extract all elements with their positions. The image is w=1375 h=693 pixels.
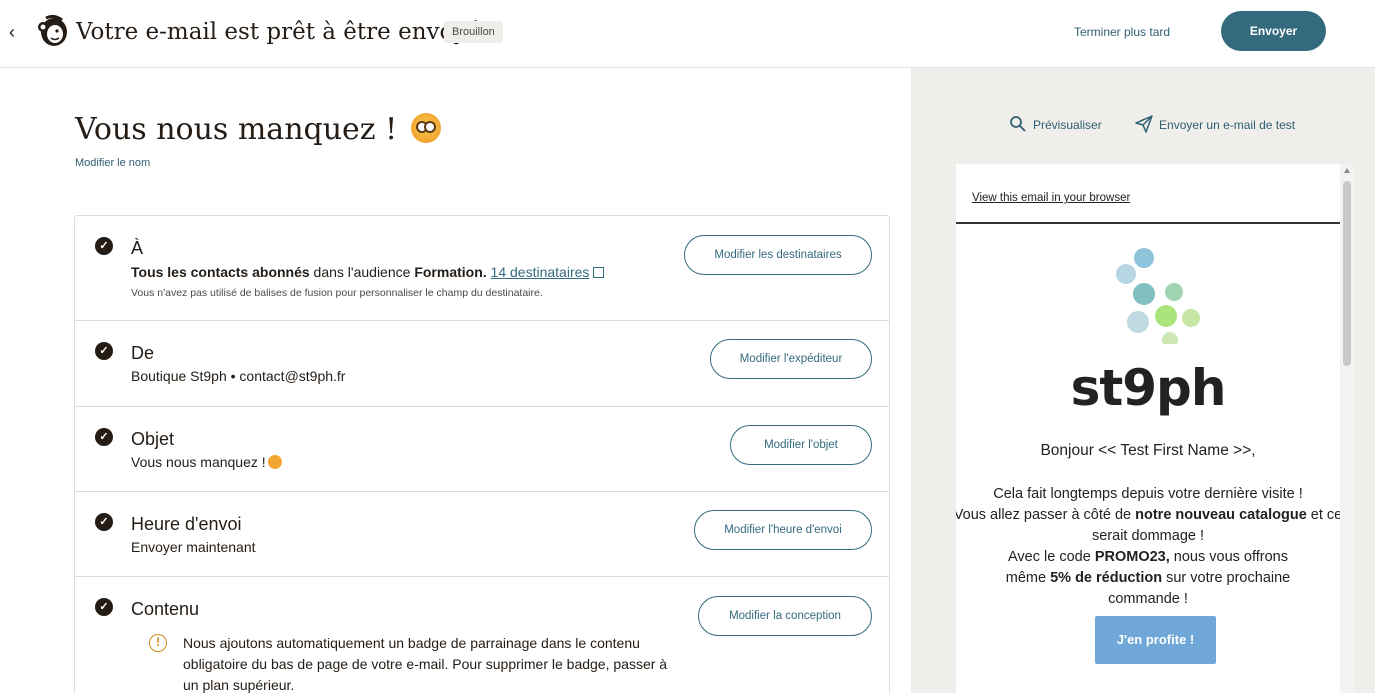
send-test-email-button[interactable]: Envoyer un e-mail de test xyxy=(1135,115,1295,134)
campaign-name-heading: Vous nous manquez ! xyxy=(75,110,441,150)
preview-label: Prévisualiser xyxy=(1033,118,1102,132)
checkmark-icon: ✓ xyxy=(95,342,113,360)
top-bar: ‹ Votre e-mail est prêt à être envoyé ! … xyxy=(0,0,1375,68)
audience-name: Formation. xyxy=(414,264,487,280)
subject-text: Vous nous manquez ! xyxy=(131,454,266,470)
email-body: Cela fait longtemps depuis votre dernièr… xyxy=(956,484,1340,610)
search-icon xyxy=(1010,116,1026,132)
edit-design-button[interactable]: Modifier la conception xyxy=(698,596,872,636)
checklist-row-from: ✓ De Boutique St9ph • contact@st9ph.fr M… xyxy=(75,321,889,407)
edit-recipients-button[interactable]: Modifier les destinataires xyxy=(684,235,872,275)
page-title: Votre e-mail est prêt à être envoyé ! xyxy=(76,19,497,45)
row-title-send-time: Heure d'envoi xyxy=(131,514,242,534)
email-line-1: Cela fait longtemps depuis votre dernièr… xyxy=(993,486,1303,502)
scroll-up-arrow-icon[interactable] xyxy=(1344,168,1350,173)
checkmark-icon: ✓ xyxy=(95,513,113,531)
preview-actions: Prévisualiser Envoyer un e-mail de test xyxy=(1009,115,1325,134)
checkmark-icon: ✓ xyxy=(95,598,113,616)
checklist-row-send-time: ✓ Heure d'envoi Envoyer maintenant Modif… xyxy=(75,492,889,577)
edit-sender-button[interactable]: Modifier l'expéditeur xyxy=(710,339,872,379)
edit-subject-button[interactable]: Modifier l'objet xyxy=(730,425,872,465)
row-desc-subject: Vous nous manquez ! xyxy=(131,453,282,471)
checklist-row-content: ✓ Contenu ! Nous ajoutons automatiquemen… xyxy=(75,577,889,693)
view-in-browser-link[interactable]: View this email in your browser xyxy=(972,191,1130,205)
send-test-label: Envoyer un e-mail de test xyxy=(1159,118,1296,132)
molecule-logo-icon xyxy=(1116,248,1200,344)
rename-link[interactable]: Modifier le nom xyxy=(75,156,150,170)
row-title-to: À xyxy=(131,238,144,258)
campaign-checklist: ✓ À Tous les contacts abonnés dans l'aud… xyxy=(74,215,890,693)
email-preview: View this email in your browser st9ph Bo… xyxy=(956,164,1340,693)
preview-divider xyxy=(956,222,1340,224)
checklist-row-subject: ✓ Objet Vous nous manquez ! Modifier l'o… xyxy=(75,407,889,492)
brand-wordmark: st9ph xyxy=(1070,359,1227,417)
row-desc-to: Tous les contacts abonnés dans l'audienc… xyxy=(131,263,605,281)
cta-button[interactable]: J'en profite ! xyxy=(1095,616,1216,664)
preview-button[interactable]: Prévisualiser xyxy=(1009,115,1102,134)
send-button[interactable]: Envoyer xyxy=(1221,11,1326,51)
email-line-3: Avec le code PROMO23, nous vous offrons … xyxy=(1005,549,1291,607)
email-line-2: Vous allez passer à côté de notre nouvea… xyxy=(956,507,1340,544)
row-note-to: Vous n'avez pas utilisé de balises de fu… xyxy=(131,287,543,299)
edit-send-time-button[interactable]: Modifier l'heure d'envoi xyxy=(694,510,872,550)
paper-plane-icon xyxy=(1135,115,1153,133)
chevron-left-icon[interactable]: ‹ xyxy=(9,22,23,42)
flushed-face-emoji-icon xyxy=(267,455,282,469)
app-window: ‹ Votre e-mail est prêt à être envoyé ! … xyxy=(0,0,1375,693)
referral-badge-warning: Nous ajoutons automatiquement un badge d… xyxy=(183,635,668,693)
status-badge: Brouillon xyxy=(444,21,503,43)
row-title-content: Contenu xyxy=(131,599,200,619)
checkmark-icon: ✓ xyxy=(95,428,113,446)
audience-segment: Tous les contacts abonnés xyxy=(131,264,310,280)
audience-connector: dans l'audience xyxy=(309,264,415,280)
flushed-face-emoji-icon xyxy=(410,113,441,143)
checklist-row-to: ✓ À Tous les contacts abonnés dans l'aud… xyxy=(75,216,889,321)
campaign-name-text: Vous nous manquez ! xyxy=(75,112,398,147)
row-title-from: De xyxy=(131,343,155,363)
preview-scrollbar-thumb[interactable] xyxy=(1343,181,1351,366)
checkmark-icon: ✓ xyxy=(95,237,113,255)
warning-icon: ! xyxy=(149,634,167,652)
row-desc-send-time: Envoyer maintenant xyxy=(131,539,256,555)
external-link-icon[interactable] xyxy=(593,267,605,278)
row-title-subject: Objet xyxy=(131,429,175,449)
finish-later-link[interactable]: Terminer plus tard xyxy=(1074,22,1170,42)
recipients-link[interactable]: 14 destinataires xyxy=(491,264,590,280)
mailchimp-logo-icon xyxy=(38,14,67,46)
email-greeting: Bonjour << Test First Name >>, xyxy=(1040,442,1256,459)
row-desc-from: Boutique St9ph • contact@st9ph.fr xyxy=(131,368,346,384)
